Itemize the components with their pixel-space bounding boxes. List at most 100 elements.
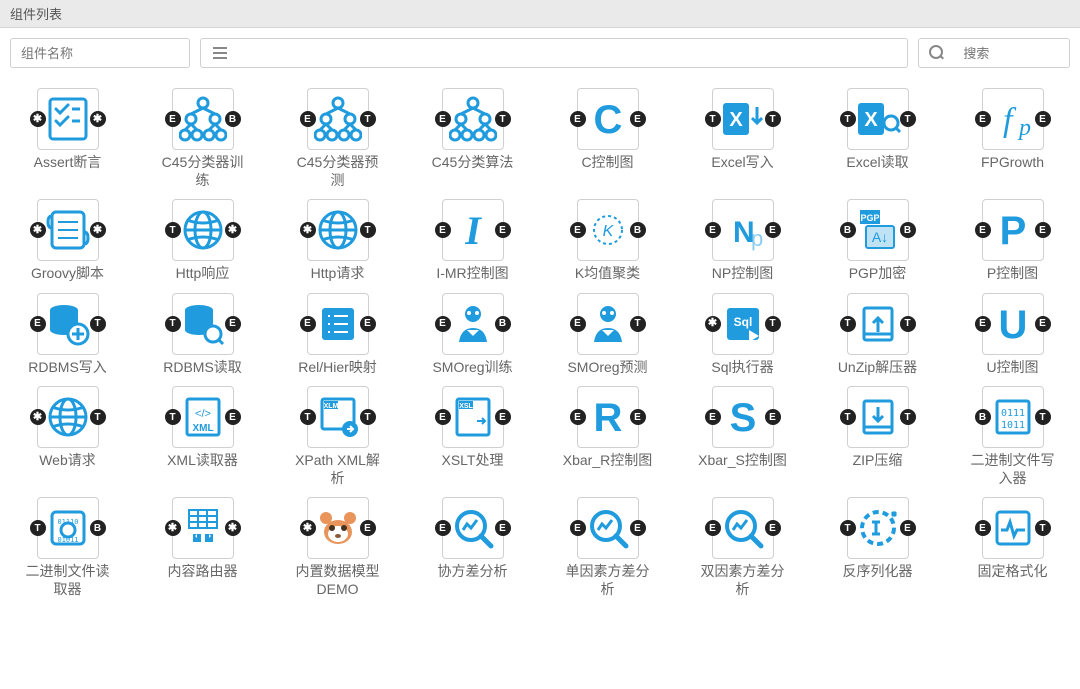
- component-item[interactable]: ✱✱内容路由器: [135, 497, 270, 598]
- toolbar: [0, 28, 1080, 78]
- component-item[interactable]: ✱T Http请求: [270, 199, 405, 283]
- component-item[interactable]: EEU控制图: [945, 293, 1080, 377]
- component-item[interactable]: EEXbar_S控制图: [675, 386, 810, 487]
- port-badge-right: T: [360, 222, 376, 238]
- component-label: Http请求: [293, 265, 383, 283]
- xslt-icon: EE: [442, 386, 504, 448]
- component-item[interactable]: ✱✱Groovy脚本: [0, 199, 135, 283]
- component-item[interactable]: BT二进制文件写入器: [945, 386, 1080, 487]
- component-item[interactable]: TTUnZip解压器: [810, 293, 945, 377]
- component-label: SMOreg预测: [563, 359, 653, 377]
- component-item[interactable]: EENP控制图: [675, 199, 810, 283]
- port-badge-left: E: [705, 409, 721, 425]
- component-label: RDBMS读取: [158, 359, 248, 377]
- port-badge-left: E: [30, 316, 46, 332]
- component-item[interactable]: EBSMOreg训练: [405, 293, 540, 377]
- component-item[interactable]: TEXML读取器: [135, 386, 270, 487]
- port-badge-left: ✱: [30, 111, 46, 127]
- s-icon: EE: [712, 386, 774, 448]
- component-item[interactable]: ETRDBMS写入: [0, 293, 135, 377]
- name-filter-input[interactable]: [11, 39, 189, 67]
- search-box[interactable]: [918, 38, 1070, 68]
- component-label: NP控制图: [698, 265, 788, 283]
- port-badge-left: E: [975, 111, 991, 127]
- component-item[interactable]: ET固定格式化: [945, 497, 1080, 598]
- script-icon: ✱✱: [37, 199, 99, 261]
- port-badge-left: E: [435, 520, 451, 536]
- port-badge-left: B: [975, 409, 991, 425]
- component-item[interactable]: ✱TWeb请求: [0, 386, 135, 487]
- list-icon: EE: [307, 293, 369, 355]
- port-badge-right: T: [900, 111, 916, 127]
- port-badge-left: E: [435, 409, 451, 425]
- component-item[interactable]: EEP控制图: [945, 199, 1080, 283]
- italic-icon: EE: [442, 199, 504, 261]
- port-badge-right: T: [765, 316, 781, 332]
- search-input[interactable]: [953, 39, 1069, 67]
- port-badge-left: T: [165, 222, 181, 238]
- analysis-icon: EE: [712, 497, 774, 559]
- component-label: C45分类算法: [428, 154, 518, 172]
- component-item[interactable]: TB二进制文件读取器: [0, 497, 135, 598]
- component-item[interactable]: T ✱ Http响应: [135, 199, 270, 283]
- component-item[interactable]: EE协方差分析: [405, 497, 540, 598]
- component-item[interactable]: TTZIP压缩: [810, 386, 945, 487]
- port-badge-left: ✱: [300, 520, 316, 536]
- port-badge-left: E: [435, 222, 451, 238]
- component-item[interactable]: TTXPath XML解析: [270, 386, 405, 487]
- component-label: 二进制文件写入器: [968, 452, 1058, 487]
- port-badge-left: E: [570, 316, 586, 332]
- port-badge-right: E: [225, 409, 241, 425]
- search-icon: [929, 45, 945, 61]
- component-item[interactable]: TTExcel读取: [810, 88, 945, 189]
- component-item[interactable]: TE反序列化器: [810, 497, 945, 598]
- component-label: XML读取器: [158, 452, 248, 470]
- pgp-icon: BB: [847, 199, 909, 261]
- port-badge-right: ✱: [90, 111, 106, 127]
- component-label: Http响应: [158, 265, 248, 283]
- port-badge-right: B: [630, 222, 646, 238]
- port-badge-right: E: [1035, 222, 1051, 238]
- port-badge-right: E: [630, 520, 646, 536]
- port-badge-right: E: [225, 316, 241, 332]
- component-item[interactable]: EBK均值聚类: [540, 199, 675, 283]
- unzip-icon: TT: [847, 293, 909, 355]
- component-label: 反序列化器: [833, 563, 923, 581]
- zip-icon: TT: [847, 386, 909, 448]
- component-item[interactable]: EEC控制图: [540, 88, 675, 189]
- component-item[interactable]: TTExcel写入: [675, 88, 810, 189]
- port-badge-right: B: [225, 111, 241, 127]
- component-item[interactable]: BBPGP加密: [810, 199, 945, 283]
- component-item[interactable]: EEXbar_R控制图: [540, 386, 675, 487]
- component-item[interactable]: ✱E内置数据模型DEMO: [270, 497, 405, 598]
- component-item[interactable]: EEXSLT处理: [405, 386, 540, 487]
- port-badge-right: E: [1035, 316, 1051, 332]
- name-filter-box[interactable]: [10, 38, 190, 68]
- component-item[interactable]: TERDBMS读取: [135, 293, 270, 377]
- component-label: RDBMS写入: [23, 359, 113, 377]
- port-badge-left: ✱: [30, 222, 46, 238]
- component-item[interactable]: ✱✱Assert断言: [0, 88, 135, 189]
- component-item[interactable]: EERel/Hier映射: [270, 293, 405, 377]
- port-badge-left: B: [840, 222, 856, 238]
- category-filter-box[interactable]: [200, 38, 908, 68]
- globe-icon: ✱T: [307, 199, 369, 261]
- component-label: 固定格式化: [968, 563, 1058, 581]
- component-item[interactable]: EE双因素方差分析: [675, 497, 810, 598]
- component-item[interactable]: ✱TSql执行器: [675, 293, 810, 377]
- component-item[interactable]: EBC45分类器训练: [135, 88, 270, 189]
- component-item[interactable]: EEFPGrowth: [945, 88, 1080, 189]
- component-item[interactable]: ETSMOreg预测: [540, 293, 675, 377]
- kmeans-icon: EB: [577, 199, 639, 261]
- component-label: C45分类器训练: [158, 154, 248, 189]
- component-label: 单因素方差分析: [563, 563, 653, 598]
- port-badge-right: ✱: [225, 222, 241, 238]
- component-item[interactable]: EEI-MR控制图: [405, 199, 540, 283]
- port-badge-left: T: [840, 409, 856, 425]
- component-item[interactable]: EE单因素方差分析: [540, 497, 675, 598]
- component-item[interactable]: ETC45分类器预测: [270, 88, 405, 189]
- component-grid: ✱✱Assert断言EBC45分类器训练ETC45分类器预测ETC45分类算法E…: [0, 78, 1080, 598]
- port-badge-left: T: [300, 409, 316, 425]
- component-item[interactable]: ETC45分类算法: [405, 88, 540, 189]
- component-label: U控制图: [968, 359, 1058, 377]
